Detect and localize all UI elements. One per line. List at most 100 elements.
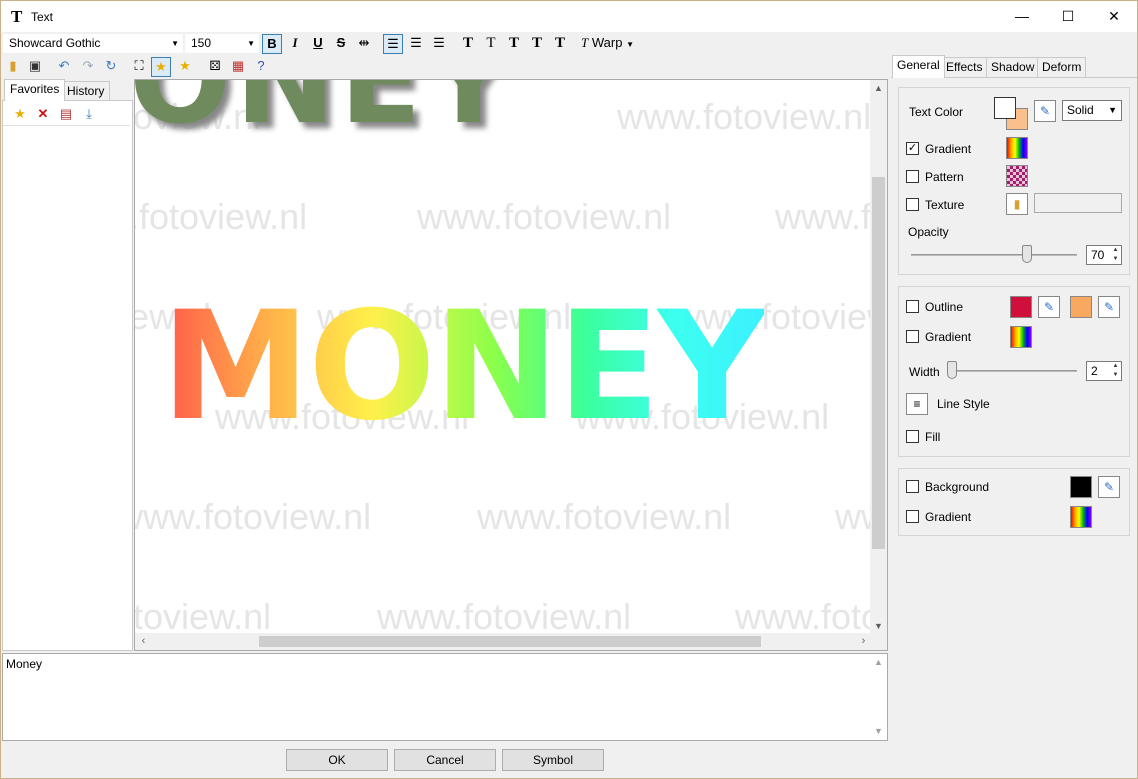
opacity-spinbox[interactable]: 70 ▲ ▼ [1086, 245, 1122, 265]
texture-path-field[interactable] [1034, 193, 1122, 213]
opacity-value: 70 [1091, 248, 1105, 262]
width-spinbox[interactable]: 2 ▲ ▼ [1086, 361, 1122, 381]
add-favorite-icon[interactable]: ★ [11, 106, 29, 124]
text-style-4-button[interactable]: T [527, 34, 547, 54]
bold-button[interactable]: B [262, 34, 282, 54]
outline-checkbox[interactable] [906, 300, 919, 313]
undo-icon[interactable]: ↶ [54, 57, 74, 77]
font-size-value: 150 [191, 36, 212, 50]
favorites-list[interactable]: ★ ✕ ▤ ⤓ [2, 100, 133, 651]
watermark-text: www.fotoview.nl [377, 596, 632, 637]
import-icon[interactable]: ⤓ [80, 106, 98, 124]
canvas-vertical-scrollbar[interactable]: ▲ ▼ [870, 80, 887, 635]
outline-gradient-checkbox[interactable] [906, 330, 919, 343]
color-palette-icon[interactable]: ▦ [228, 57, 248, 77]
fill-mode-select[interactable]: Solid ▼ [1062, 100, 1122, 121]
text-style-2-button[interactable]: T [481, 34, 501, 54]
opacity-slider-thumb[interactable] [1022, 245, 1032, 263]
text-style-1-button[interactable]: T [458, 34, 478, 54]
clear-list-icon[interactable]: ▤ [57, 106, 75, 124]
spin-arrows-icon[interactable]: ▲ ▼ [1110, 362, 1121, 380]
width-slider-thumb[interactable] [947, 361, 957, 379]
eyedropper-icon[interactable]: ✎ [1098, 296, 1120, 318]
outline-label: Outline [925, 300, 964, 314]
outline-color-1-swatch[interactable] [1010, 296, 1032, 318]
eyedropper-icon[interactable]: ✎ [1034, 100, 1056, 122]
horizontal-scroll-thumb[interactable] [259, 636, 761, 647]
text-dialog-window: T Text — ☐ ✕ Showcard Gothic ▼ 150 ▼ B I… [0, 0, 1138, 779]
scroll-up-icon[interactable]: ▲ [870, 654, 887, 671]
line-style-label[interactable]: Line Style [937, 397, 990, 411]
tab-deform[interactable]: Deform [1037, 57, 1087, 77]
ok-button[interactable]: OK [286, 749, 388, 771]
text-style-3-button[interactable]: T [504, 34, 524, 54]
text-input-area[interactable]: Money ▲ ▼ [2, 653, 888, 741]
symbol-button[interactable]: Symbol [502, 749, 604, 771]
font-family-select[interactable]: Showcard Gothic ▼ [3, 34, 183, 53]
preview-canvas[interactable]: www.fotoview.nl www.fotoview.nl www.foto… [134, 79, 888, 651]
minimize-button[interactable]: — [999, 1, 1045, 32]
opacity-slider-track[interactable] [911, 254, 1077, 256]
scroll-down-icon[interactable]: ▼ [870, 723, 887, 740]
tab-general[interactable]: General [892, 55, 945, 78]
favorites-star-icon[interactable]: ★ [151, 57, 171, 77]
font-size-select[interactable]: 150 ▼ [185, 34, 259, 53]
left-panel: Favorites History ★ ✕ ▤ ⤓ [2, 79, 133, 651]
text-input-scrollbar[interactable]: ▲ ▼ [870, 654, 887, 740]
outline-color-2-swatch[interactable] [1070, 296, 1092, 318]
background-color-swatch[interactable] [1070, 476, 1092, 498]
align-left-button[interactable]: ☰ [383, 34, 403, 54]
favorites-toolbar: ★ ✕ ▤ ⤓ [3, 102, 130, 126]
random-dice-icon[interactable]: ⚄ [205, 57, 225, 77]
width-slider-track[interactable] [947, 370, 1077, 372]
background-checkbox[interactable] [906, 480, 919, 493]
texture-checkbox[interactable] [906, 198, 919, 211]
pattern-checkbox[interactable] [906, 170, 919, 183]
warp-button[interactable]: T Warp ▼ [579, 34, 639, 54]
tab-favorites[interactable]: Favorites [4, 79, 66, 101]
delete-icon[interactable]: ✕ [34, 106, 52, 124]
tab-shadow[interactable]: Shadow [986, 57, 1040, 77]
align-center-button[interactable]: ☰ [406, 34, 426, 54]
open-folder-icon[interactable]: ▮ [3, 57, 23, 77]
tab-history[interactable]: History [61, 81, 111, 101]
vertical-scroll-thumb[interactable] [872, 177, 885, 549]
underline-button[interactable]: U [308, 34, 328, 54]
save-icon[interactable]: ▣ [25, 57, 45, 77]
spin-arrows-icon[interactable]: ▲ ▼ [1110, 246, 1121, 264]
open-folder-icon[interactable]: ▮ [1006, 193, 1028, 215]
money-gradient-text-preview: MONEY [161, 280, 766, 454]
scroll-left-icon[interactable]: ‹ [135, 633, 152, 650]
background-gradient-checkbox[interactable] [906, 510, 919, 523]
pattern-swatch[interactable] [1006, 165, 1028, 187]
background-group [898, 468, 1130, 536]
eyedropper-icon[interactable]: ✎ [1098, 476, 1120, 498]
background-gradient-swatch[interactable] [1070, 506, 1092, 528]
letter-spacing-button[interactable]: ⇹ [354, 34, 374, 54]
gradient-swatch[interactable] [1006, 137, 1028, 159]
maximize-button[interactable]: ☐ [1045, 1, 1091, 32]
close-button[interactable]: ✕ [1091, 1, 1137, 32]
text-color-front-swatch[interactable] [994, 97, 1016, 119]
help-icon[interactable]: ? [251, 57, 271, 77]
crop-frame-icon[interactable]: ⛶ [129, 57, 149, 77]
window-title: Text [31, 10, 54, 24]
italic-button[interactable]: I [285, 34, 305, 54]
background-gradient-label: Gradient [925, 510, 972, 524]
reset-icon[interactable]: ↻ [101, 57, 121, 77]
tab-effects[interactable]: Effects [941, 57, 988, 77]
line-style-icon[interactable]: ≡ [906, 393, 928, 415]
add-favorite-icon[interactable]: ★ [175, 57, 195, 77]
cancel-button[interactable]: Cancel [394, 749, 496, 771]
strikethrough-button[interactable]: S [331, 34, 351, 54]
text-style-5-button[interactable]: T [550, 34, 570, 54]
canvas-horizontal-scrollbar[interactable]: ‹ › [135, 633, 872, 650]
fill-checkbox[interactable] [906, 430, 919, 443]
scroll-up-icon[interactable]: ▲ [870, 80, 887, 97]
gradient-checkbox[interactable]: ✓ [906, 142, 919, 155]
outline-gradient-swatch[interactable] [1010, 326, 1032, 348]
eyedropper-icon[interactable]: ✎ [1038, 296, 1060, 318]
money-texture-text-preview: ONEY [134, 79, 517, 151]
align-right-button[interactable]: ☰ [429, 34, 449, 54]
redo-icon[interactable]: ↷ [78, 57, 98, 77]
